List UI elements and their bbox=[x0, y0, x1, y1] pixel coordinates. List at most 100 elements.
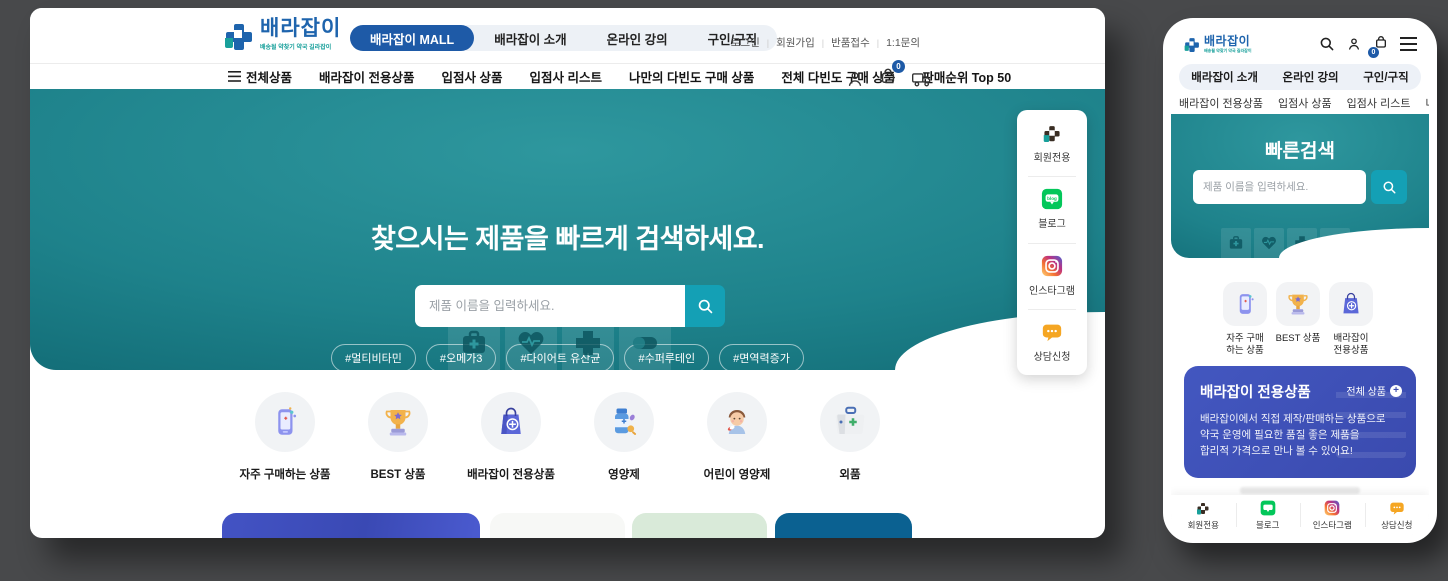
quick-blog[interactable]: 블로그 bbox=[1236, 495, 1301, 535]
nav-vendor-list[interactable]: 입점사 리스트 bbox=[1347, 95, 1411, 111]
category-supplements[interactable]: 영양제 bbox=[568, 392, 681, 482]
nav-my-frequent[interactable]: 나만의 다빈도 구매 상품 bbox=[1425, 95, 1429, 111]
hero-title: 찾으시는 제품을 빠르게 검색하세요. bbox=[30, 217, 1105, 256]
category-nav: 전체상품 배라잡이 전용상품 입점사 상품 입점사 리스트 나만의 다빈도 구매… bbox=[30, 63, 1105, 89]
returns-link[interactable]: 반품접수 bbox=[831, 35, 870, 50]
inquiry-link[interactable]: 1:1문의 bbox=[886, 35, 920, 50]
promo-cards-row bbox=[30, 513, 1105, 538]
category-supplements-label: 영양제 bbox=[608, 466, 640, 482]
nav-exclusive-products[interactable]: 배라잡이 전용상품 bbox=[319, 67, 414, 86]
naver-blog-icon bbox=[1260, 500, 1276, 516]
cart-button[interactable]: 0 bbox=[878, 66, 898, 91]
category-best[interactable]: BEST 상품 bbox=[342, 392, 455, 482]
category-best[interactable]: BEST 상품 bbox=[1276, 282, 1320, 357]
shopping-bag-icon bbox=[1337, 290, 1365, 318]
quick-members-only[interactable]: 회원전용 bbox=[1017, 110, 1087, 176]
hashtag-multivitamin[interactable]: #멀티비타민 bbox=[331, 344, 416, 372]
phone-icon bbox=[1231, 290, 1259, 318]
login-link[interactable]: 로그인 bbox=[731, 35, 760, 50]
quick-consult-label: 상담신청 bbox=[1034, 348, 1071, 363]
nav-all-products[interactable]: 전체상품 bbox=[228, 67, 292, 86]
primary-tabs: 배라잡이 MALL 배라잡이 소개 온라인 강의 구인/구직 bbox=[350, 25, 777, 51]
tab-online-lecture[interactable]: 온라인 강의 bbox=[1283, 69, 1339, 85]
phone-icon bbox=[267, 404, 303, 440]
quick-members-label: 회원전용 bbox=[1188, 519, 1219, 531]
nav-vendor-products[interactable]: 입점사 상품 bbox=[1278, 95, 1332, 111]
view-all-link[interactable]: 전체 상품 + bbox=[1346, 383, 1402, 398]
tab-online-lecture[interactable]: 온라인 강의 bbox=[587, 25, 688, 51]
signup-link[interactable]: 회원가입 bbox=[776, 35, 815, 50]
logo-tagline: 배송될 약찾기 약국 길라잡이 bbox=[1204, 48, 1252, 54]
trophy-icon bbox=[380, 404, 416, 440]
svg-text:blog: blog bbox=[1047, 196, 1057, 201]
category-best-label: BEST 상품 bbox=[370, 466, 425, 482]
quick-consult-label: 상담신청 bbox=[1381, 519, 1412, 531]
tab-about[interactable]: 배라잡이 소개 bbox=[1191, 69, 1258, 85]
nav-exclusive-products[interactable]: 배라잡이 전용상품 bbox=[1179, 95, 1263, 111]
tab-jobs[interactable]: 구인/구직 bbox=[1363, 69, 1409, 85]
mobile-brand-logo[interactable]: 배라잡이 배송될 약찾기 약국 길라잡이 bbox=[1183, 35, 1252, 54]
category-quasi-drugs-label: 외품 bbox=[839, 466, 860, 482]
search-icon[interactable] bbox=[1319, 36, 1335, 52]
hero-decoration-blocks bbox=[448, 316, 671, 370]
hero-banner: 찾으시는 제품을 빠르게 검색하세요. #멀티비타민 #오메가3 #다이어트 유… bbox=[30, 89, 1105, 370]
nav-vendor-list[interactable]: 입점사 리스트 bbox=[529, 67, 601, 86]
search-button[interactable] bbox=[685, 285, 725, 327]
category-frequent[interactable]: 자주 구매하는 상품 bbox=[1223, 282, 1267, 357]
quick-consult[interactable]: 상담신청 bbox=[1017, 309, 1087, 375]
promo-card-teal[interactable] bbox=[775, 513, 912, 538]
desktop-header: 배라잡이 배송될 약찾기 약국 길라잡이 배라잡이 MALL 배라잡이 소개 온… bbox=[30, 8, 1105, 63]
hashtag-immunity[interactable]: #면역력증가 bbox=[719, 344, 804, 372]
promo-card-white[interactable] bbox=[490, 513, 625, 538]
promo-card-green[interactable] bbox=[632, 513, 767, 538]
quick-instagram[interactable]: 인스타그램 bbox=[1300, 495, 1365, 535]
category-quasi-drugs[interactable]: 외품 bbox=[794, 392, 907, 482]
mobile-header-icons: 0 bbox=[1319, 34, 1417, 55]
nav-vendor-products[interactable]: 입점사 상품 bbox=[442, 67, 503, 86]
cart-badge: 0 bbox=[1368, 47, 1379, 58]
brand-cross-icon bbox=[1195, 500, 1211, 516]
mobile-category-shortcuts: 자주 구매하는 상품 BEST 상품 배라잡이전용상품 bbox=[1223, 282, 1373, 357]
chat-bubble-icon bbox=[1041, 321, 1063, 343]
quick-consult[interactable]: 상담신청 bbox=[1365, 495, 1430, 535]
search-icon bbox=[1382, 180, 1397, 195]
user-icon[interactable] bbox=[1346, 36, 1362, 52]
category-frequent-label: 자주 구매하는 상품 bbox=[1226, 333, 1264, 357]
quick-link-panel: 회원전용 blog 블로그 인스타그램 bbox=[1017, 110, 1087, 375]
stage: 배라잡이 배송될 약찾기 약국 길라잡이 배라잡이 MALL 배라잡이 소개 온… bbox=[0, 0, 1448, 581]
hamburger-menu-icon[interactable] bbox=[1400, 37, 1417, 51]
mobile-screen: 배라잡이 배송될 약찾기 약국 길라잡이 0 배라잡이 소개 온 bbox=[1171, 26, 1429, 535]
search-button[interactable] bbox=[1371, 170, 1407, 204]
child-icon bbox=[719, 404, 755, 440]
nav-my-frequent[interactable]: 나만의 다빈도 구매 상품 bbox=[629, 67, 754, 86]
category-frequent[interactable]: 자주 구매하는 상품 bbox=[229, 392, 342, 482]
deco-heart-pulse-icon bbox=[505, 316, 557, 370]
delivery-truck-icon[interactable] bbox=[911, 69, 933, 89]
tab-mall[interactable]: 배라잡이 MALL bbox=[350, 25, 474, 51]
utility-links: 로그인| 회원가입| 반품접수| 1:1문의 bbox=[731, 35, 920, 50]
quick-members-label: 회원전용 bbox=[1034, 149, 1071, 164]
search-input[interactable] bbox=[1193, 170, 1366, 204]
nav-top50[interactable]: 판매순위 Top 50 bbox=[922, 67, 1011, 86]
promo-card-indigo[interactable] bbox=[222, 513, 480, 538]
quick-members-only[interactable]: 회원전용 bbox=[1171, 495, 1236, 535]
category-kids-supplements[interactable]: 어린이 영양제 bbox=[681, 392, 794, 482]
quick-instagram[interactable]: 인스타그램 bbox=[1017, 243, 1087, 309]
quick-instagram-label: 인스타그램 bbox=[1029, 282, 1075, 297]
promo-card-body: 배라잡이에서 직접 제작/판매하는 상품으로 약국 운영에 필요한 품질 좋은 … bbox=[1200, 411, 1386, 459]
mobile-bottom-bar: 회원전용 블로그 인스타그램 상담신청 bbox=[1171, 495, 1429, 535]
cart-button[interactable]: 0 bbox=[1373, 34, 1389, 55]
category-exclusive[interactable]: 배라잡이 전용상품 bbox=[455, 392, 568, 482]
naver-blog-icon: blog bbox=[1041, 188, 1063, 210]
category-exclusive[interactable]: 배라잡이전용상품 bbox=[1329, 282, 1373, 357]
mobile-primary-tabs: 배라잡이 소개 온라인 강의 구인/구직 bbox=[1179, 64, 1421, 90]
menu-icon bbox=[228, 71, 241, 82]
deco-capsule-icon bbox=[619, 316, 671, 370]
brand-logo[interactable]: 배라잡이 배송될 약찾기 약국 길라잡이 bbox=[222, 18, 341, 52]
exclusive-products-card[interactable]: 배라잡이 전용상품 전체 상품 + 배라잡이에서 직접 제작/판매하는 상품으로… bbox=[1184, 366, 1416, 478]
category-exclusive-label: 배라잡이 전용상품 bbox=[467, 466, 555, 482]
user-icon[interactable] bbox=[845, 69, 865, 89]
tab-about[interactable]: 배라잡이 소개 bbox=[474, 25, 586, 51]
quick-blog[interactable]: blog 블로그 bbox=[1017, 176, 1087, 242]
logo-name: 배라잡이 bbox=[260, 18, 341, 40]
